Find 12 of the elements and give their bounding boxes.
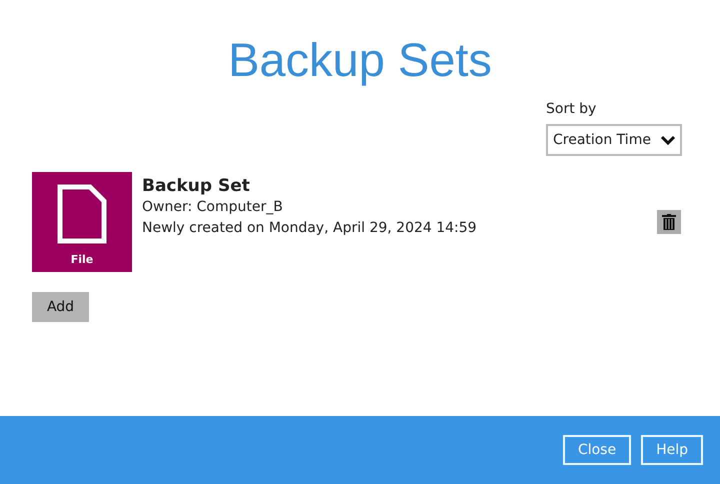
tile-label: File	[70, 252, 94, 268]
document-icon	[57, 184, 107, 244]
add-button[interactable]: Add	[32, 292, 89, 322]
backup-set-name[interactable]: Backup Set	[142, 176, 477, 197]
chevron-down-icon	[661, 135, 675, 145]
sort-dropdown[interactable]: Creation Time	[546, 124, 682, 156]
created-text: Newly created on Monday, April 29, 2024 14:59	[142, 219, 477, 238]
file-tile[interactable]: File	[32, 172, 132, 272]
owner-text: Owner: Computer_B	[142, 198, 284, 217]
delete-button[interactable]	[657, 210, 681, 234]
sort-label: Sort by	[546, 100, 598, 119]
trash-icon	[662, 214, 676, 230]
